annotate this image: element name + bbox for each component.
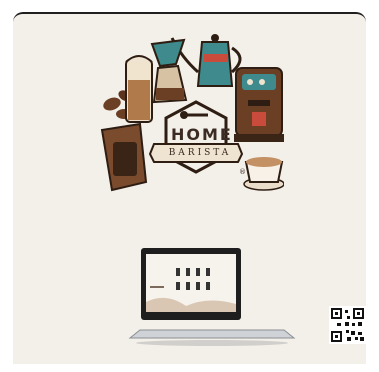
- coffee-bag-icon: [100, 122, 148, 192]
- registered-mark: ®: [239, 168, 246, 176]
- iced-coffee-icon: [125, 55, 153, 123]
- pour-over-icon: [150, 38, 188, 104]
- logo-subtitle: BARISTA: [168, 148, 232, 158]
- logo-title: HOME: [171, 125, 233, 144]
- latte-cup-icon: [243, 157, 284, 191]
- laptop-mockup-icon: [128, 248, 296, 346]
- espresso-machine-icon: [234, 67, 284, 142]
- home-barista-logo: [100, 34, 284, 192]
- qr-code-icon: [329, 306, 366, 344]
